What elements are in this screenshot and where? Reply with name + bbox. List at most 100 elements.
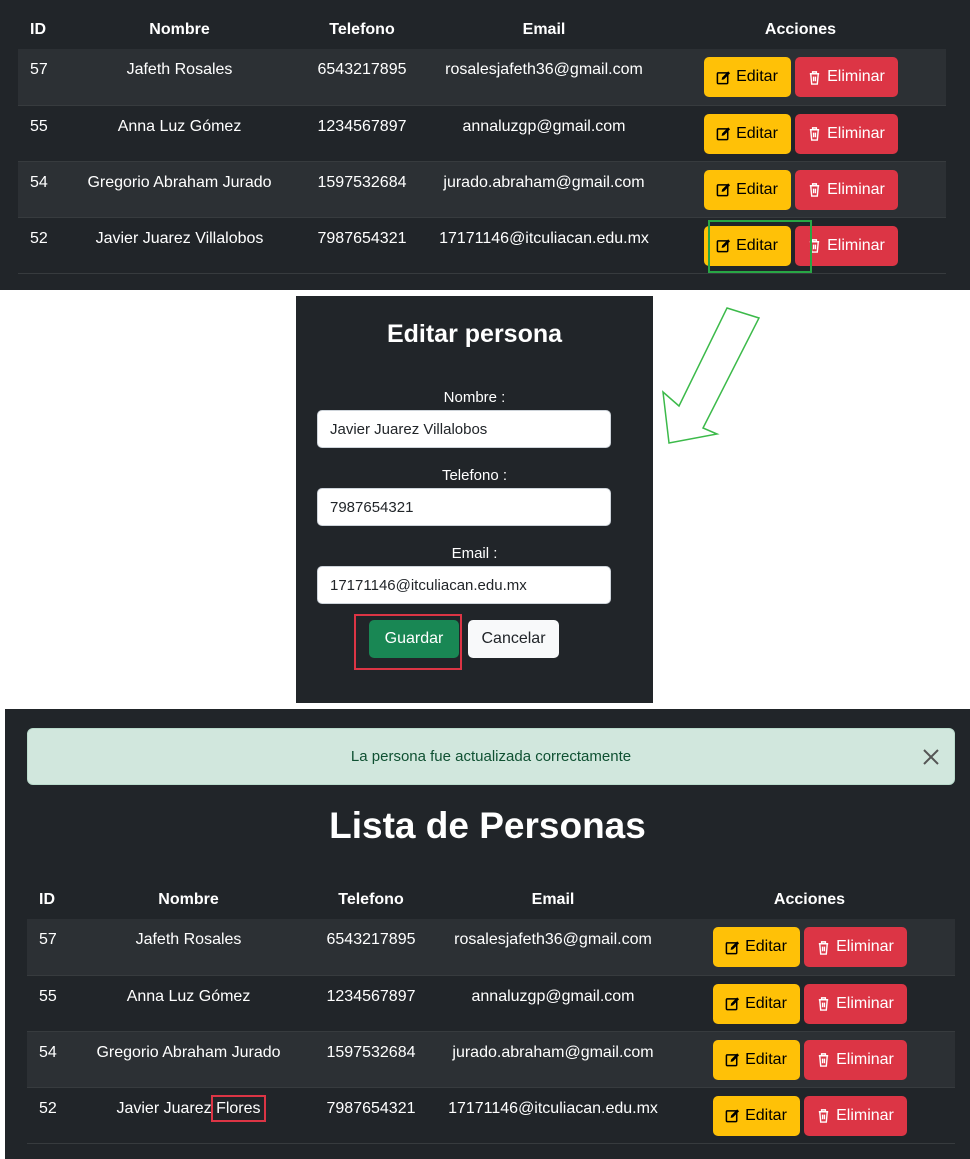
cell-email: 17171146@itculiacan.edu.mx: [448, 1099, 658, 1117]
cell-nombre: Gregorio Abraham Jurado: [96, 1043, 281, 1061]
edit-button[interactable]: Editar: [703, 113, 791, 154]
edit-label: Editar: [736, 124, 778, 142]
delete-label: Eliminar: [827, 68, 885, 85]
trash-icon: [807, 182, 822, 197]
nombre-prefix: Javier Juarez: [116, 1099, 212, 1117]
edit-highlight-box: [708, 220, 812, 273]
table-row: 54 Gregorio Abraham Jurado 1597532684 ju…: [27, 1031, 955, 1087]
cell-nombre: Javier Juarez Flores: [77, 1087, 300, 1143]
cell-telefono: 1597532684: [317, 173, 407, 191]
cell-email: annaluzgp@gmail.com: [471, 987, 635, 1005]
cell-acciones: Editar Eliminar: [664, 1031, 955, 1087]
cancel-button[interactable]: Cancelar: [468, 620, 559, 658]
pencil-square-icon: [716, 182, 731, 197]
personas-table-after: ID Nombre Telefono Email Acciones 57 Jaf…: [27, 880, 955, 1144]
telefono-field[interactable]: [317, 488, 611, 526]
col-header-acciones: Acciones: [764, 20, 837, 38]
cell-id: 55: [39, 987, 57, 1005]
cell-id: 57: [30, 61, 48, 78]
cell-telefono: 7987654321: [326, 1099, 416, 1117]
cell-nombre: Javier Juarez Villalobos: [95, 229, 264, 247]
edit-button[interactable]: Editar: [703, 169, 791, 210]
edit-label: Editar: [745, 938, 787, 955]
trash-icon: [807, 70, 822, 85]
cell-id: 52: [39, 1099, 57, 1117]
edit-label: Editar: [745, 994, 787, 1012]
table-row: 55 Anna Luz Gómez 1234567897 annaluzgp@g…: [27, 975, 955, 1031]
trash-icon: [816, 940, 831, 955]
table-row: 54 Gregorio Abraham Jurado 1597532684 ju…: [18, 161, 946, 217]
cell-email: annaluzgp@gmail.com: [462, 117, 626, 135]
cell-telefono: 1234567897: [317, 117, 407, 135]
edit-label: Editar: [736, 68, 778, 85]
cell-telefono: 7987654321: [317, 229, 407, 247]
delete-label: Eliminar: [827, 236, 885, 254]
col-header-id: ID: [30, 20, 46, 38]
delete-button[interactable]: Eliminar: [803, 927, 907, 967]
email-field[interactable]: [317, 566, 611, 604]
table-row: 57 Jafeth Rosales 6543217895 rosalesjafe…: [18, 49, 946, 105]
edit-button[interactable]: Editar: [712, 1039, 800, 1080]
pencil-square-icon: [716, 126, 731, 141]
delete-label: Eliminar: [836, 994, 894, 1012]
success-alert: La persona fue actualizada correctamente: [27, 728, 955, 785]
trash-icon: [816, 1052, 831, 1067]
edit-label: Editar: [745, 1106, 787, 1124]
trash-icon: [816, 996, 831, 1011]
cell-id: 52: [30, 229, 48, 247]
cell-nombre: Anna Luz Gómez: [126, 987, 251, 1005]
edit-button[interactable]: Editar: [712, 1095, 800, 1136]
cell-id: 57: [39, 931, 57, 948]
cell-nombre: Jafeth Rosales: [135, 931, 242, 948]
email-label: Email :: [451, 545, 498, 562]
col-header-telefono: Telefono: [329, 20, 395, 38]
cell-acciones: Editar Eliminar: [664, 919, 955, 975]
col-header-acciones: Acciones: [773, 890, 846, 908]
cell-id: 55: [30, 117, 48, 135]
cell-telefono: 1234567897: [326, 987, 416, 1005]
table-header-row: ID Nombre Telefono Email Acciones: [18, 10, 946, 49]
edit-person-modal: Editar persona Nombre : Telefono : Email…: [296, 296, 653, 703]
delete-button[interactable]: Eliminar: [803, 983, 907, 1024]
edit-button[interactable]: Editar: [703, 57, 791, 97]
delete-button[interactable]: Eliminar: [803, 1039, 907, 1080]
pencil-square-icon: [725, 996, 740, 1011]
arrow-annotation-icon: [662, 307, 761, 444]
edit-button[interactable]: Editar: [712, 983, 800, 1024]
table-row: 57 Jafeth Rosales 6543217895 rosalesjafe…: [27, 919, 955, 975]
table-row: 55 Anna Luz Gómez 1234567897 annaluzgp@g…: [18, 105, 946, 161]
pencil-square-icon: [725, 1108, 740, 1123]
cell-nombre: Gregorio Abraham Jurado: [87, 173, 272, 191]
col-header-nombre: Nombre: [158, 890, 219, 908]
cell-acciones: Editar Eliminar: [655, 161, 946, 217]
nombre-field[interactable]: [317, 410, 611, 448]
col-header-email: Email: [531, 890, 575, 908]
cell-nombre: Anna Luz Gómez: [117, 117, 242, 135]
cell-telefono: 6543217895: [326, 931, 416, 948]
cell-email: jurado.abraham@gmail.com: [443, 173, 645, 191]
delete-button[interactable]: Eliminar: [794, 113, 898, 154]
col-header-telefono: Telefono: [338, 890, 404, 908]
nombre-label: Nombre :: [443, 389, 506, 406]
table-after-panel: La persona fue actualizada correctamente…: [5, 709, 970, 1159]
cell-email: rosalesjafeth36@gmail.com: [445, 61, 643, 78]
cell-telefono: 1597532684: [326, 1043, 416, 1061]
pencil-square-icon: [725, 940, 740, 955]
edit-button[interactable]: Editar: [712, 927, 800, 967]
delete-button[interactable]: Eliminar: [794, 57, 898, 97]
edit-label: Editar: [736, 180, 778, 198]
delete-label: Eliminar: [836, 938, 894, 955]
close-icon[interactable]: [920, 746, 942, 768]
trash-icon: [816, 1108, 831, 1123]
cell-nombre: Jafeth Rosales: [126, 61, 233, 78]
cell-acciones: Editar Eliminar: [664, 1087, 955, 1143]
modal-title: Editar persona: [386, 320, 563, 348]
delete-label: Eliminar: [836, 1106, 894, 1124]
delete-button[interactable]: Eliminar: [803, 1095, 907, 1136]
cell-acciones: Editar Eliminar: [655, 105, 946, 161]
delete-button[interactable]: Eliminar: [794, 169, 898, 210]
delete-label: Eliminar: [827, 124, 885, 142]
table-row: 52 Javier Juarez Flores 7987654321 17171…: [27, 1087, 955, 1143]
table-before-panel: ID Nombre Telefono Email Acciones 57 Jaf…: [0, 0, 970, 290]
col-header-nombre: Nombre: [149, 20, 210, 38]
